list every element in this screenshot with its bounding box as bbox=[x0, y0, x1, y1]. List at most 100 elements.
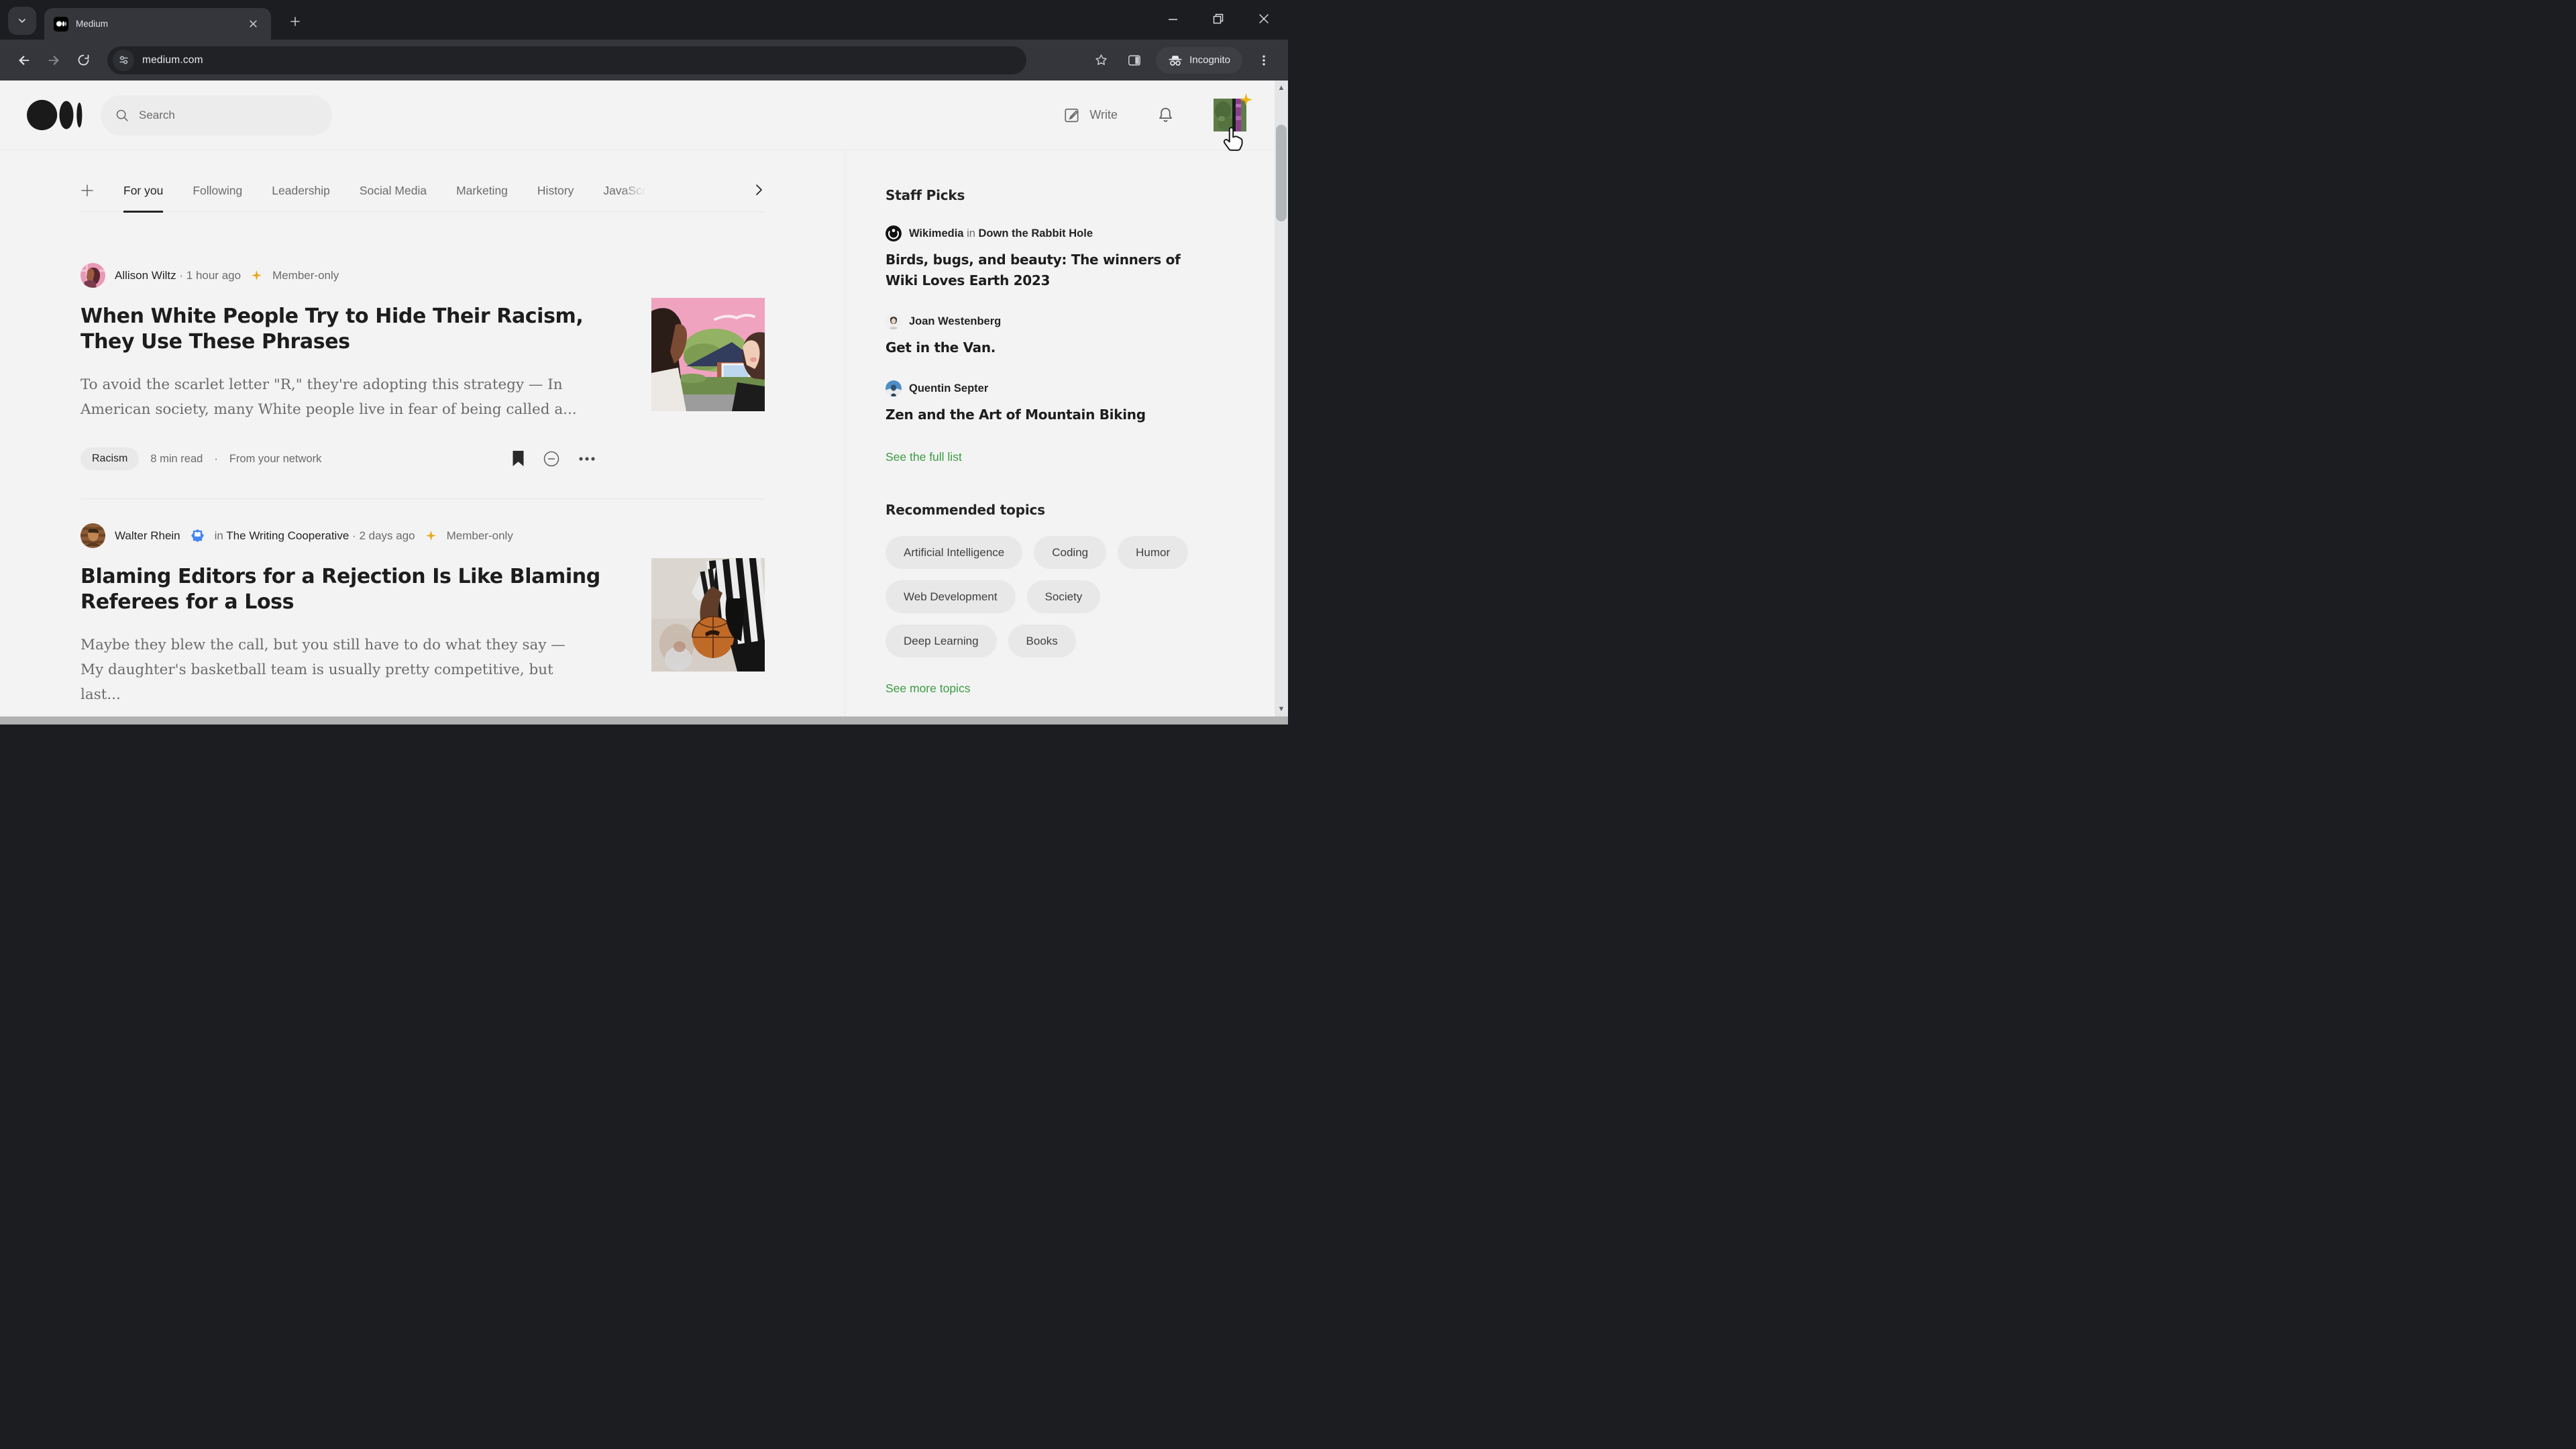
topic-pill[interactable]: Deep Learning bbox=[885, 625, 997, 657]
article-source: From your network bbox=[229, 452, 322, 465]
byline-text: Walter Rhein bbox=[115, 529, 180, 543]
feed-tab-for-you[interactable]: For you bbox=[123, 184, 164, 213]
recommended-topics-title: Recommended topics bbox=[885, 502, 1045, 518]
incognito-badge: Incognito bbox=[1156, 46, 1242, 74]
staff-pick-byline: Quentin Septer bbox=[885, 380, 1185, 396]
incognito-label: Incognito bbox=[1189, 54, 1230, 66]
staff-pick-item[interactable]: Wikimedia in Down the Rabbit Hole Birds,… bbox=[885, 225, 1185, 291]
pick-author[interactable]: Quentin Septer bbox=[909, 382, 988, 395]
medium-favicon-icon bbox=[54, 16, 68, 32]
scroll-up-icon[interactable]: ▲ bbox=[1275, 84, 1288, 92]
topic-tag[interactable]: Racism bbox=[80, 447, 140, 470]
pick-author[interactable]: Wikimedia bbox=[909, 227, 963, 239]
window-close-button[interactable] bbox=[1245, 0, 1283, 38]
membership-sparkle-icon bbox=[1240, 93, 1252, 106]
feed-column: For you Following Leadership Social Medi… bbox=[80, 150, 765, 707]
site-settings-icon[interactable] bbox=[113, 49, 134, 71]
author-name[interactable]: Allison Wiltz bbox=[115, 269, 176, 282]
more-options-icon[interactable] bbox=[578, 456, 596, 462]
chevron-down-icon bbox=[17, 15, 28, 26]
author-avatar[interactable] bbox=[80, 523, 105, 548]
article-thumbnail[interactable] bbox=[651, 558, 765, 672]
write-icon bbox=[1063, 107, 1081, 124]
wikimedia-logo-icon bbox=[885, 225, 902, 241]
screen-edge-strip bbox=[0, 716, 1288, 724]
member-only-star-icon bbox=[252, 270, 262, 280]
search-input[interactable]: Search bbox=[101, 95, 332, 136]
write-button[interactable]: Write bbox=[1063, 107, 1118, 124]
page-content: For you Following Leadership Social Medi… bbox=[0, 150, 1288, 716]
staff-pick-title-text[interactable]: Birds, bugs, and beauty: The winners of … bbox=[885, 250, 1181, 291]
tab-close-icon[interactable] bbox=[244, 15, 262, 33]
see-more-topics-link[interactable]: See more topics bbox=[885, 682, 970, 696]
window-restore-button[interactable] bbox=[1199, 0, 1237, 38]
feed-tab-social-media[interactable]: Social Media bbox=[360, 184, 427, 213]
staff-pick-byline: Joan Westenberg bbox=[885, 313, 1185, 329]
pick-author[interactable]: Joan Westenberg bbox=[909, 315, 1001, 328]
article-footer: Racism 8 min read · From your network bbox=[80, 447, 610, 470]
article-card[interactable]: Allison Wiltz · 1 hour ago Member-only W… bbox=[80, 263, 765, 470]
author-name[interactable]: Walter Rhein bbox=[115, 529, 180, 542]
article-card[interactable]: Walter Rhein in The Writing Cooperative … bbox=[80, 523, 765, 707]
staff-pick-byline-text: Wikimedia in Down the Rabbit Hole bbox=[909, 227, 1093, 240]
article-byline: Walter Rhein in The Writing Cooperative … bbox=[80, 523, 610, 548]
article-time: 1 hour ago bbox=[186, 268, 241, 282]
tabs-scroll-right-icon[interactable] bbox=[753, 184, 765, 209]
author-avatar[interactable] bbox=[80, 263, 105, 288]
topic-pill[interactable]: Coding bbox=[1034, 536, 1107, 569]
scroll-down-icon[interactable]: ▼ bbox=[1275, 705, 1288, 713]
member-only-star-icon bbox=[425, 531, 436, 541]
side-panel-icon[interactable] bbox=[1120, 46, 1149, 75]
feed-tab-following[interactable]: Following bbox=[193, 184, 242, 213]
browser-menu-icon[interactable] bbox=[1249, 46, 1279, 75]
scrollbar-thumb[interactable] bbox=[1276, 125, 1287, 221]
staff-pick-item[interactable]: Quentin Septer Zen and the Art of Mounta… bbox=[885, 380, 1185, 425]
staff-pick-title-text[interactable]: Zen and the Art of Mountain Biking bbox=[885, 405, 1181, 425]
sidebar: Staff Picks Wikimedia in Down the Rabbit… bbox=[885, 150, 1189, 696]
show-less-icon[interactable] bbox=[543, 450, 560, 468]
tab-title: Medium bbox=[76, 19, 109, 29]
pick-publication[interactable]: Down the Rabbit Hole bbox=[979, 227, 1093, 239]
feed-tab-bar: For you Following Leadership Social Medi… bbox=[80, 184, 765, 213]
article-thumbnail[interactable] bbox=[651, 298, 765, 411]
staff-pick-title-text[interactable]: Get in the Van. bbox=[885, 337, 1181, 358]
in-word: in bbox=[214, 529, 223, 542]
byline-text-2: in The Writing Cooperative · 2 days ago bbox=[215, 529, 415, 543]
address-bar[interactable]: medium.com bbox=[107, 46, 1026, 74]
tab-search-button[interactable] bbox=[8, 7, 36, 35]
feed-tab-marketing[interactable]: Marketing bbox=[456, 184, 508, 213]
article-title[interactable]: When White People Try to Hide Their Raci… bbox=[80, 304, 610, 355]
new-tab-button[interactable] bbox=[282, 8, 309, 35]
staff-pick-item[interactable]: Joan Westenberg Get in the Van. bbox=[885, 313, 1185, 358]
feed-tab-leadership[interactable]: Leadership bbox=[272, 184, 330, 213]
article-excerpt[interactable]: To avoid the scarlet letter "R," they're… bbox=[80, 372, 580, 422]
bookmark-saved-icon[interactable] bbox=[512, 451, 525, 467]
medium-logo[interactable] bbox=[27, 99, 83, 131]
back-button[interactable] bbox=[9, 46, 39, 75]
reload-button[interactable] bbox=[68, 46, 98, 75]
feed-tab-javascript[interactable]: JavaScript bbox=[603, 184, 651, 213]
staff-picks-title: Staff Picks bbox=[885, 187, 965, 203]
page-scrollbar[interactable]: ▲ ▼ bbox=[1275, 80, 1288, 716]
notifications-bell-icon[interactable] bbox=[1157, 106, 1175, 124]
browser-tab[interactable]: Medium bbox=[44, 8, 271, 40]
topic-pill[interactable]: Artificial Intelligence bbox=[885, 536, 1023, 569]
feed-tab-history[interactable]: History bbox=[537, 184, 574, 213]
window-minimize-button[interactable] bbox=[1154, 0, 1191, 38]
topic-pill[interactable]: Society bbox=[1026, 580, 1101, 613]
see-full-list-link[interactable]: See the full list bbox=[885, 450, 962, 464]
add-topic-icon[interactable] bbox=[80, 184, 94, 210]
article-excerpt[interactable]: Maybe they blew the call, but you still … bbox=[80, 633, 580, 707]
forward-button[interactable] bbox=[39, 46, 68, 75]
article-title[interactable]: Blaming Editors for a Rejection Is Like … bbox=[80, 564, 610, 615]
topic-pill[interactable]: Books bbox=[1008, 625, 1076, 657]
incognito-icon bbox=[1168, 54, 1183, 67]
url-text: medium.com bbox=[142, 54, 203, 66]
article-byline: Allison Wiltz · 1 hour ago Member-only bbox=[80, 263, 610, 288]
browser-titlebar: Medium bbox=[0, 0, 1288, 40]
publication-badge-icon bbox=[191, 529, 204, 542]
publication-name[interactable]: The Writing Cooperative bbox=[226, 529, 349, 542]
topic-pill[interactable]: Humor bbox=[1118, 536, 1189, 569]
bookmark-star-icon[interactable] bbox=[1086, 46, 1116, 75]
topic-pill[interactable]: Web Development bbox=[885, 580, 1016, 613]
